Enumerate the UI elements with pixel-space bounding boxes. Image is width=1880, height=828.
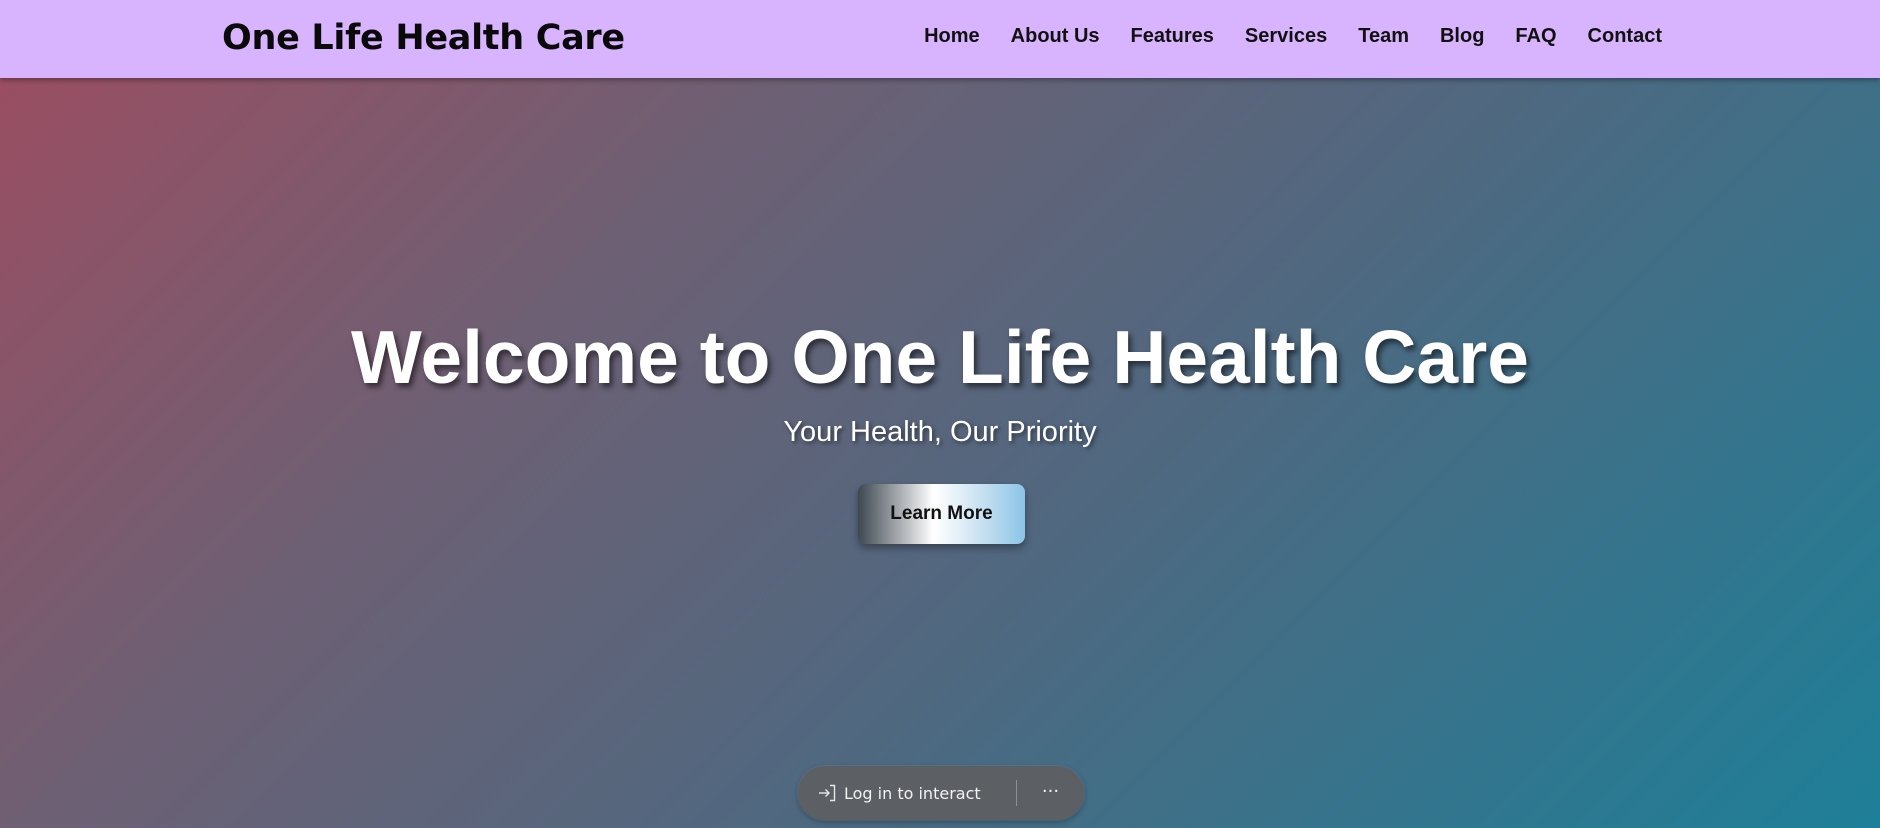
hero-title: Welcome to One Life Health Care bbox=[350, 315, 1530, 399]
hero-section: Welcome to One Life Health Care Your Hea… bbox=[0, 78, 1880, 828]
login-overlay-bar: Log in to interact ··· bbox=[798, 766, 1084, 820]
nav-link-contact[interactable]: Contact bbox=[1588, 25, 1662, 48]
nav-link-team[interactable]: Team bbox=[1358, 25, 1409, 48]
main-nav: Home About Us Features Services Team Blo… bbox=[924, 0, 1662, 72]
nav-link-about-us[interactable]: About Us bbox=[1011, 25, 1100, 48]
nav-link-faq[interactable]: FAQ bbox=[1515, 25, 1556, 48]
more-options-icon[interactable]: ··· bbox=[1017, 766, 1084, 820]
hero-subtitle: Your Health, Our Priority bbox=[783, 416, 1097, 448]
nav-link-services[interactable]: Services bbox=[1245, 25, 1327, 48]
nav-link-blog[interactable]: Blog bbox=[1440, 25, 1484, 48]
nav-link-home[interactable]: Home bbox=[924, 25, 980, 48]
site-brand[interactable]: One Life Health Care bbox=[222, 14, 625, 62]
sign-in-icon bbox=[816, 782, 838, 804]
learn-more-button[interactable]: Learn More bbox=[858, 484, 1025, 544]
login-label: Log in to interact bbox=[844, 783, 981, 803]
nav-link-features[interactable]: Features bbox=[1131, 25, 1214, 48]
site-header: One Life Health Care Home About Us Featu… bbox=[0, 0, 1880, 78]
login-button[interactable]: Log in to interact bbox=[798, 766, 1016, 820]
